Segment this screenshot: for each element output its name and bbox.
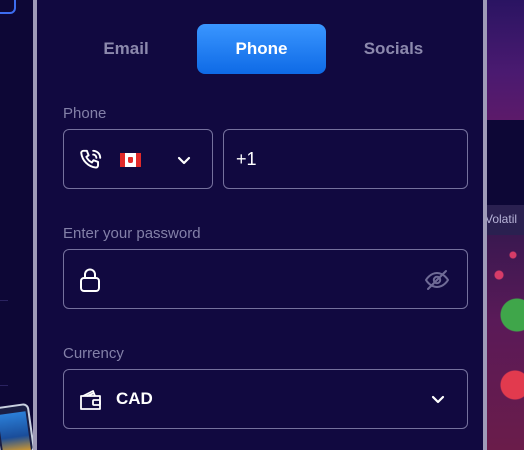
registration-modal: Email Phone Socials Phone +1 Enter your … <box>33 0 487 450</box>
background-right-panel: Volatil <box>487 0 524 450</box>
signup-method-tabs: Email Phone Socials <box>63 24 461 74</box>
chevron-down-icon <box>431 395 445 404</box>
phone-label: Phone <box>63 105 107 122</box>
currency-select[interactable]: CAD <box>63 369 468 429</box>
eye-off-icon[interactable] <box>424 268 450 292</box>
tab-socials[interactable]: Socials <box>326 24 461 74</box>
background-left-panel <box>0 0 36 450</box>
wallet-icon <box>80 390 101 410</box>
background-banner-text: Volatil <box>487 212 518 226</box>
tab-phone[interactable]: Phone <box>197 24 326 74</box>
lock-icon <box>80 268 100 292</box>
phone-number-value[interactable]: +1 <box>236 149 436 170</box>
currency-label: Currency <box>63 345 124 362</box>
background-button-edge <box>0 0 16 14</box>
background-banner-strip: Volatil <box>487 205 524 235</box>
background-game-art <box>487 235 524 450</box>
background-divider <box>0 385 8 386</box>
background-game-thumbnail <box>0 402 36 450</box>
canada-flag-icon <box>120 153 141 167</box>
tab-email[interactable]: Email <box>63 24 189 74</box>
chevron-down-icon <box>177 156 191 165</box>
phone-number-field[interactable]: +1 <box>223 129 468 189</box>
phone-icon <box>80 149 102 169</box>
currency-value: CAD <box>116 389 153 408</box>
background-divider <box>0 300 8 301</box>
background-banner <box>487 0 524 120</box>
password-field[interactable] <box>63 249 468 309</box>
country-code-select[interactable] <box>63 129 213 189</box>
password-label: Enter your password <box>63 225 201 242</box>
password-input[interactable] <box>114 268 404 292</box>
